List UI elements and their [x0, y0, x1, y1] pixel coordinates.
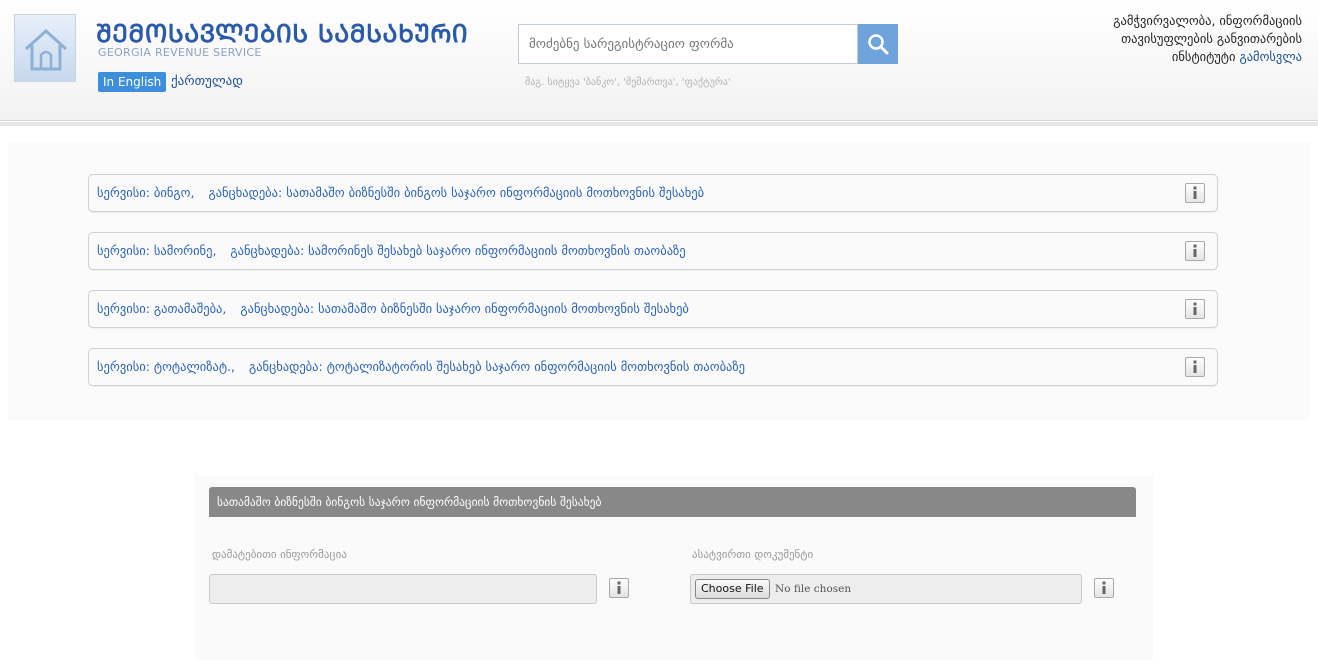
search-button[interactable] — [858, 24, 898, 64]
user-name-line3: ინსტიტუტი — [1171, 49, 1236, 64]
additional-info-field[interactable] — [209, 574, 597, 604]
search-icon — [868, 34, 889, 55]
search-input[interactable] — [519, 25, 869, 63]
info-button[interactable] — [1094, 578, 1114, 598]
info-button[interactable] — [1185, 357, 1205, 377]
application-desc[interactable]: სამორინეს შესახებ საჯარო ინფორმაციის მოთ… — [308, 243, 686, 258]
org-title: ᲨᲔᲛᲝᲡᲐᲕᲚᲔᲑᲘᲡ ᲡᲐᲛᲡᲐᲮᲣᲠᲘ — [96, 19, 469, 48]
application-label: განცხადება: — [248, 359, 323, 374]
attachment-label: ასატვირთი დოკუმენტი — [692, 548, 814, 561]
site-logo[interactable] — [14, 14, 76, 82]
service-row-text: სერვისი: სამორინე, განცხადება: სამორინეს… — [97, 243, 686, 258]
service-row[interactable]: სერვისი: სამორინე, განცხადება: სამორინეს… — [88, 232, 1218, 270]
file-upload-field[interactable]: Choose File No file chosen — [690, 574, 1082, 604]
service-label: სერვისი: — [97, 359, 150, 374]
info-button[interactable] — [609, 578, 629, 598]
lang-georgian-link[interactable]: ქართულად — [171, 74, 243, 89]
info-icon — [1193, 302, 1197, 315]
info-icon — [617, 581, 621, 594]
no-file-text: No file chosen — [775, 583, 852, 595]
user-block: გამჭვირვალობა, ინფორმაციის თავისუფლების … — [1030, 12, 1302, 66]
org-subtitle: GEORGIA REVENUE SERVICE — [98, 46, 262, 59]
info-icon — [1193, 244, 1197, 257]
info-button[interactable] — [1185, 183, 1205, 203]
house-icon — [24, 28, 68, 71]
info-icon — [1193, 186, 1197, 199]
service-name[interactable]: სამორინე, — [154, 243, 217, 258]
additional-info-label: დამატებითი ინფორმაცია — [212, 548, 347, 561]
application-desc[interactable]: სათამაშო ბიზნესში ბინგოს საჯარო ინფორმაც… — [286, 185, 704, 200]
info-icon — [1193, 360, 1197, 373]
choose-file-button[interactable]: Choose File — [695, 579, 770, 599]
user-name-line2: თავისუფლების განვითარების — [1121, 31, 1302, 46]
header-divider — [0, 122, 1318, 126]
service-label: სერვისი: — [97, 301, 150, 316]
service-name[interactable]: ბინგო, — [154, 185, 195, 200]
service-row[interactable]: სერვისი: ტოტალიზატ., განცხადება: ტოტალიზ… — [88, 348, 1218, 386]
service-name[interactable]: გათამაშება, — [154, 301, 226, 316]
service-row[interactable]: სერვისი: ბინგო, განცხადება: სათამაშო ბიზ… — [88, 174, 1218, 212]
service-name[interactable]: ტოტალიზატ., — [154, 359, 235, 374]
application-label: განცხადება: — [230, 243, 305, 258]
service-label: სერვისი: — [97, 185, 150, 200]
application-label: განცხადება: — [240, 301, 315, 316]
service-row-text: სერვისი: გათამაშება, განცხადება: სათამაშ… — [97, 301, 689, 316]
search-box — [518, 24, 869, 64]
application-label: განცხადება: — [208, 185, 283, 200]
form-header: სათამაშო ბიზნესში ბინგოს საჯარო ინფორმაც… — [209, 487, 1136, 517]
lang-english-button[interactable]: In English — [98, 72, 167, 92]
service-row-text: სერვისი: ტოტალიზატ., განცხადება: ტოტალიზ… — [97, 359, 745, 374]
service-row-text: სერვისი: ბინგო, განცხადება: სათამაშო ბიზ… — [97, 185, 704, 200]
application-desc[interactable]: ტოტალიზატორის შესახებ საჯარო ინფორმაციის… — [327, 359, 745, 374]
user-name-line1: გამჭვირვალობა, ინფორმაციის — [1113, 13, 1302, 28]
logout-link[interactable]: გამოსვლა — [1239, 49, 1302, 64]
search-hint: მაგ. სიტყვა 'ბანკო', 'შემართვა', 'ფაქტურ… — [525, 77, 731, 88]
info-button[interactable] — [1185, 299, 1205, 319]
form-title: სათამაშო ბიზნესში ბინგოს საჯარო ინფორმაც… — [217, 495, 602, 509]
info-button[interactable] — [1185, 241, 1205, 261]
site-header: ᲨᲔᲛᲝᲡᲐᲕᲚᲔᲑᲘᲡ ᲡᲐᲛᲡᲐᲮᲣᲠᲘ GEORGIA REVENUE S… — [0, 0, 1318, 121]
service-row[interactable]: სერვისი: გათამაშება, განცხადება: სათამაშ… — [88, 290, 1218, 328]
application-desc[interactable]: სათამაშო ბიზნესში საჯარო ინფორმაციის მოთ… — [318, 301, 689, 316]
service-label: სერვისი: — [97, 243, 150, 258]
info-icon — [1102, 581, 1106, 594]
